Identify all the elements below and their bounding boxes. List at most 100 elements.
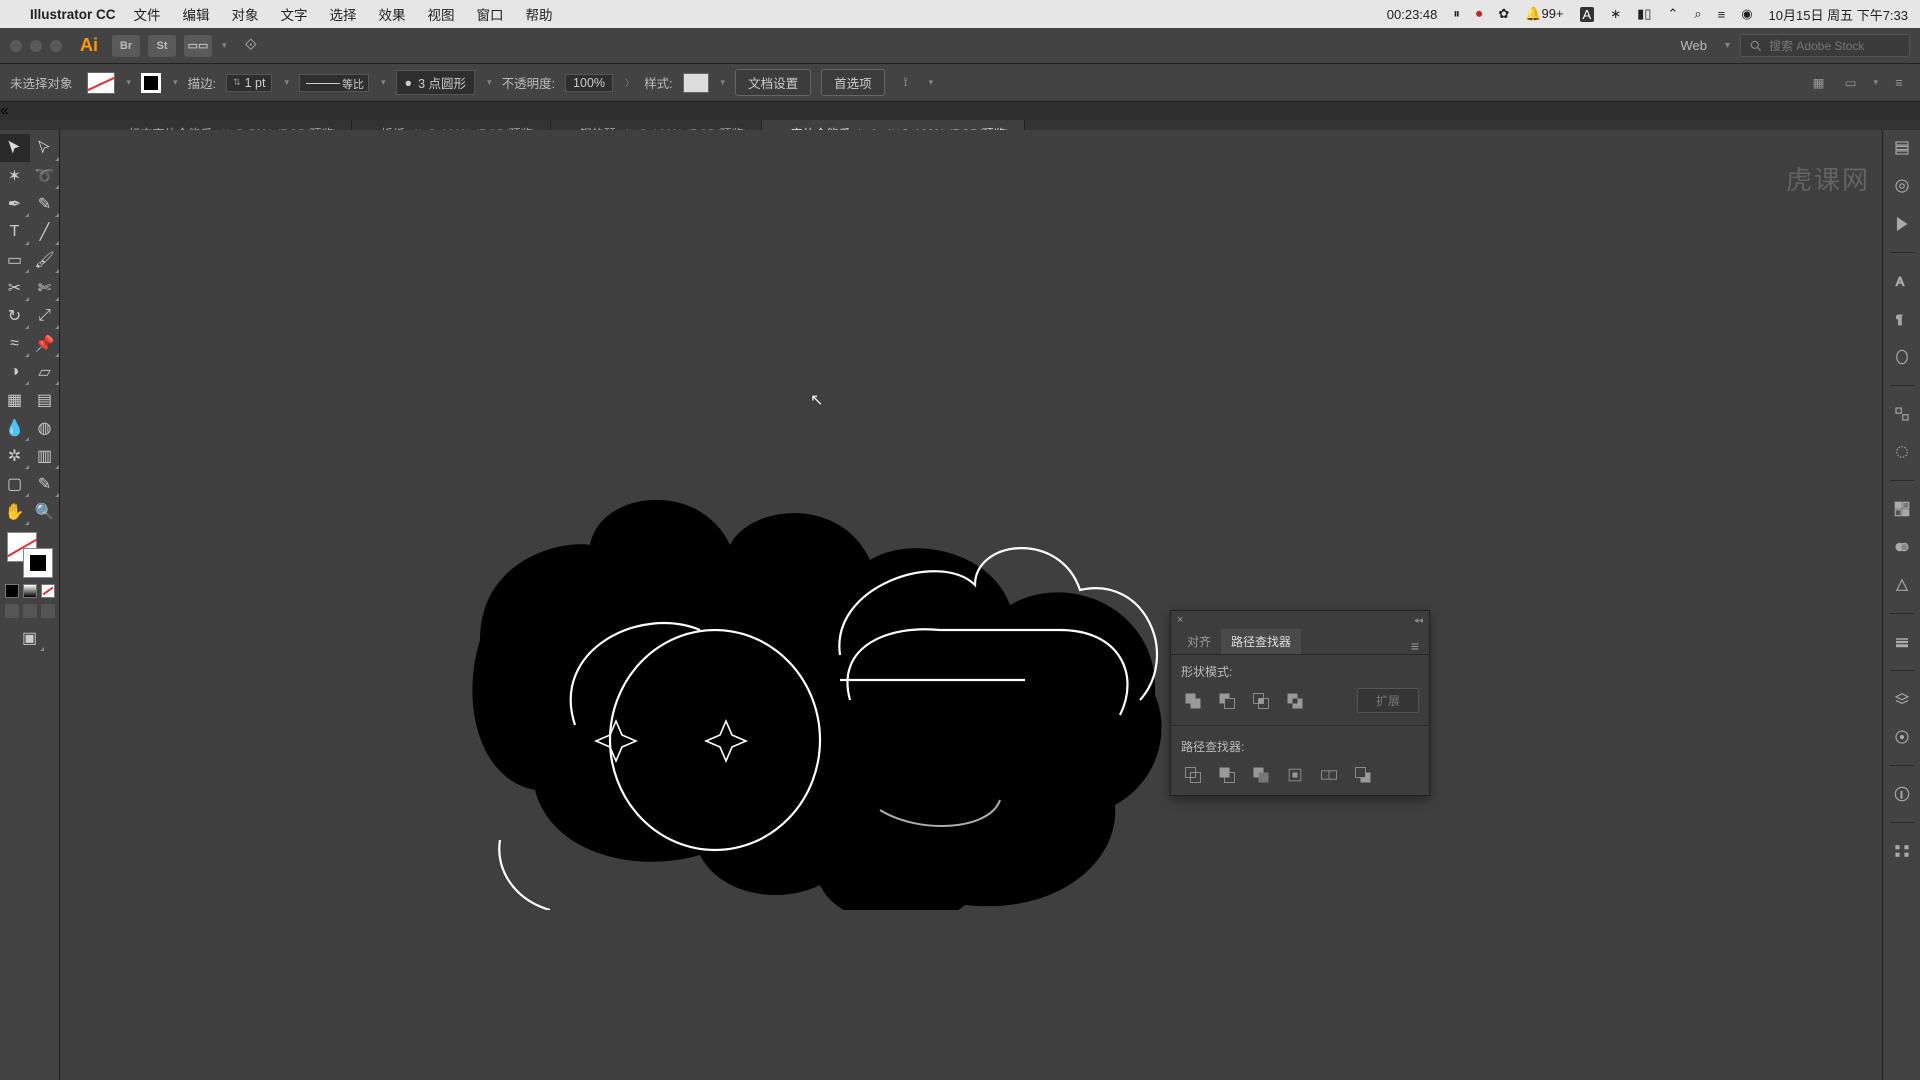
align-tab[interactable]: 对齐: [1177, 629, 1221, 654]
opacity-chevron-icon[interactable]: 〉: [625, 76, 634, 89]
mesh-tool[interactable]: ▦: [0, 386, 30, 414]
style-chevron-icon[interactable]: ▾: [721, 77, 726, 88]
rotate-tool[interactable]: ↻: [0, 302, 30, 330]
input-method-icon[interactable]: A: [1580, 7, 1595, 22]
siri-icon[interactable]: ◉: [1741, 6, 1752, 22]
menu-object[interactable]: 对象: [232, 4, 259, 24]
panel-menu-icon[interactable]: ≡: [1888, 72, 1910, 94]
transform-chevron-icon[interactable]: ▾: [1873, 77, 1878, 88]
divide-icon[interactable]: [1181, 763, 1205, 787]
symbol-sprayer-tool[interactable]: ✲: [0, 442, 30, 470]
notification-badge[interactable]: 🔔99+: [1525, 6, 1563, 22]
blend-tool[interactable]: ◍: [30, 414, 60, 442]
trim-icon[interactable]: [1215, 763, 1239, 787]
stroke-swatch[interactable]: [141, 73, 161, 93]
workspace-chevron-icon[interactable]: ▾: [1725, 40, 1730, 51]
fill-chevron-icon[interactable]: ▾: [127, 77, 132, 88]
gradient-tool[interactable]: ▤: [30, 386, 60, 414]
align-icon[interactable]: ⟟: [895, 72, 917, 94]
collapse-icon[interactable]: ◂◂: [1414, 615, 1423, 626]
search-stock[interactable]: 搜索 Adobe Stock: [1740, 34, 1910, 57]
color-icon[interactable]: [1890, 174, 1914, 198]
menu-select[interactable]: 选择: [330, 4, 357, 24]
layers-icon[interactable]: [1890, 687, 1914, 711]
canvas[interactable]: ↖ ×◂◂ 对齐: [60, 130, 1882, 1080]
paintbrush-tool[interactable]: 🖌: [30, 246, 60, 274]
graphic-style[interactable]: [683, 73, 709, 93]
gpu-icon[interactable]: ⟐: [245, 37, 258, 55]
glyphs-icon[interactable]: [1890, 345, 1914, 369]
arrange-icon[interactable]: ▭▭: [184, 35, 212, 57]
menu-help[interactable]: 帮助: [526, 4, 553, 24]
brush-definition[interactable]: ●3 点圆形: [396, 70, 476, 95]
isolation-icon[interactable]: ▦: [1807, 72, 1829, 94]
wechat-icon[interactable]: ✿: [1498, 6, 1509, 22]
clock-date[interactable]: 10月15日 周五 下午7:33: [1769, 5, 1908, 24]
stroke-panel-icon[interactable]: [1890, 630, 1914, 654]
intersect-icon[interactable]: [1249, 689, 1273, 713]
draw-modes[interactable]: [5, 604, 55, 618]
expand-button[interactable]: 扩展: [1357, 688, 1419, 713]
crop-icon[interactable]: [1283, 763, 1307, 787]
slice-tool[interactable]: ✎: [30, 470, 60, 498]
tab-scroll-icon[interactable]: «: [0, 102, 1920, 120]
paragraph-icon[interactable]: ¶: [1890, 307, 1914, 331]
bridge-icon[interactable]: Br: [112, 35, 140, 57]
rectangle-tool[interactable]: ▭: [0, 246, 30, 274]
timer[interactable]: 00:23:48: [1387, 7, 1438, 22]
type-tool[interactable]: T: [0, 218, 30, 246]
properties-icon[interactable]: [1890, 136, 1914, 160]
minus-back-icon[interactable]: [1351, 763, 1375, 787]
magic-wand-tool[interactable]: ✶: [0, 162, 30, 190]
swatches-icon[interactable]: [1890, 497, 1914, 521]
workspace-switcher[interactable]: Web: [1680, 38, 1707, 53]
wifi-icon[interactable]: ⌃: [1667, 6, 1678, 22]
stroke-weight-chevron-icon[interactable]: ▾: [284, 77, 289, 88]
search-icon[interactable]: ⌕: [1694, 6, 1701, 22]
hand-tool[interactable]: ✋: [0, 498, 30, 526]
pause-icon[interactable]: ⏸: [1453, 6, 1460, 22]
stroke-chevron-icon[interactable]: ▾: [173, 77, 178, 88]
close-icon[interactable]: ×: [1177, 614, 1183, 626]
brush-chevron-icon[interactable]: ▾: [487, 77, 492, 88]
stock-icon[interactable]: St: [148, 35, 176, 57]
eyedropper-tool[interactable]: 💧: [0, 414, 30, 442]
fill-stroke-control[interactable]: [7, 532, 53, 578]
scale-tool[interactable]: ⤢: [30, 302, 60, 330]
shape-builder-tool[interactable]: ◑: [0, 358, 30, 386]
menu-type[interactable]: 文字: [281, 4, 308, 24]
stroke-weight[interactable]: ⇅1 pt: [226, 74, 272, 92]
zoom-tool[interactable]: 🔍: [30, 498, 60, 526]
preferences-button[interactable]: 首选项: [821, 69, 885, 96]
opacity-value[interactable]: 100%: [565, 74, 613, 92]
battery-icon[interactable]: ▮▯: [1637, 6, 1651, 22]
eraser-tool[interactable]: ✄: [30, 274, 60, 302]
lasso-tool[interactable]: ➰: [30, 162, 60, 190]
panel-menu-icon[interactable]: ≡: [1407, 638, 1423, 654]
arrange-chevron-icon[interactable]: ▾: [222, 40, 227, 51]
actions-icon[interactable]: [1890, 212, 1914, 236]
fill-swatch[interactable]: [87, 72, 115, 94]
width-tool[interactable]: ≈: [0, 330, 30, 358]
shaper-tool[interactable]: ✂: [0, 274, 30, 302]
minus-front-icon[interactable]: [1215, 689, 1239, 713]
curvature-tool[interactable]: ✎: [30, 190, 60, 218]
menu-view[interactable]: 视图: [428, 4, 455, 24]
record-icon[interactable]: ⏺: [1476, 6, 1483, 22]
menu-window[interactable]: 窗口: [477, 4, 504, 24]
menu-file[interactable]: 文件: [134, 4, 161, 24]
color-modes[interactable]: [5, 584, 55, 598]
outline-icon[interactable]: [1317, 763, 1341, 787]
line-tool[interactable]: ╱: [30, 218, 60, 246]
unite-icon[interactable]: [1181, 689, 1205, 713]
perspective-tool[interactable]: ▱: [30, 358, 60, 386]
appearance-icon[interactable]: [1890, 440, 1914, 464]
merge-icon[interactable]: [1249, 763, 1273, 787]
app-name[interactable]: Illustrator CC: [30, 7, 116, 22]
graph-tool[interactable]: ▥: [30, 442, 60, 470]
stroke-profile[interactable]: 等比: [299, 74, 369, 92]
free-transform-tool[interactable]: 📌: [30, 330, 60, 358]
align-chevron-icon[interactable]: ▾: [929, 77, 934, 88]
doc-setup-button[interactable]: 文档设置: [735, 69, 811, 96]
align-panel-icon[interactable]: [1890, 839, 1914, 863]
